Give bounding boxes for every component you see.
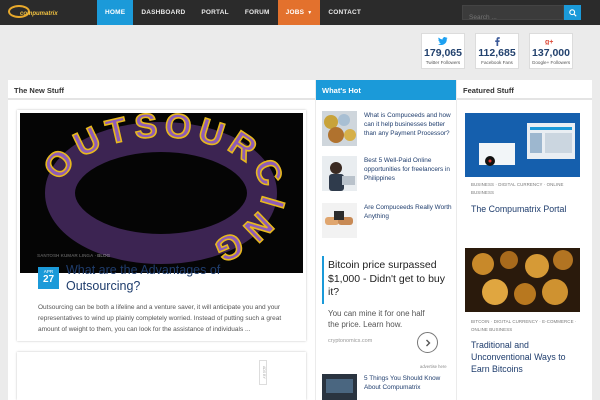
facebook-label: Facebook Fans bbox=[481, 60, 513, 65]
facebook-icon bbox=[495, 37, 500, 46]
ad-url[interactable]: cryptonomics.com bbox=[328, 338, 372, 344]
coins-thumbnail-icon bbox=[322, 111, 357, 146]
ad-body: You can mine it for one half the price. … bbox=[328, 309, 425, 329]
main-nav: HOME DASHBOARD PORTAL FORUM JOBS ▼ CONTA… bbox=[97, 0, 369, 25]
nav-item-forum[interactable]: FORUM bbox=[237, 0, 278, 25]
search-icon bbox=[568, 8, 577, 17]
twitter-icon bbox=[438, 37, 448, 45]
chevron-down-icon: ▼ bbox=[307, 9, 313, 16]
post-author[interactable]: SANTOSH KUMAR LINGA bbox=[37, 253, 93, 258]
nav-item-home[interactable]: HOME bbox=[97, 0, 134, 25]
ad-accent-bar bbox=[322, 256, 324, 304]
compumatrix-thumbnail-icon bbox=[322, 374, 357, 400]
top-navbar: compumatrix HOME DASHBOARD PORTAL FORUM … bbox=[0, 0, 600, 25]
featured-image[interactable] bbox=[465, 248, 580, 312]
featured-categories[interactable]: BITCOIN · DIGITAL CURRENCY · E-COMMERCE … bbox=[471, 318, 577, 334]
freelancer-thumbnail-icon bbox=[322, 156, 357, 191]
featured-title[interactable]: Traditional and Unconventional Ways to E… bbox=[471, 339, 579, 375]
date-month: APR bbox=[43, 269, 54, 274]
handshake-thumbnail-icon bbox=[322, 203, 357, 238]
hot-thumb[interactable] bbox=[322, 156, 357, 191]
post-excerpt: Outsourcing can be both a lifeline and a… bbox=[38, 304, 282, 333]
logo-text: compumatrix bbox=[20, 11, 58, 17]
ad-box[interactable]: Bitcoin price surpassed $1,000 - Didn't … bbox=[322, 251, 446, 361]
nav-item-jobs[interactable]: JOBS ▼ bbox=[277, 0, 321, 25]
new-stuff-heading: The New Stuff bbox=[8, 80, 315, 100]
portal-screenshot-image bbox=[465, 113, 580, 177]
hot-thumb[interactable] bbox=[322, 374, 357, 400]
date-badge: APR 27 bbox=[38, 267, 59, 289]
nav-item-portal[interactable]: PORTAL bbox=[193, 0, 236, 25]
hot-item[interactable]: Best 5 Well-Paid Online opportunities fo… bbox=[322, 156, 452, 192]
google-plus-count: 137,000 bbox=[532, 47, 570, 59]
outsourcing-graphic: OUTSOURCING bbox=[35, 113, 287, 272]
svg-text:g+: g+ bbox=[545, 39, 553, 45]
nav-item-jobs-label: JOBS bbox=[285, 9, 305, 16]
hot-title[interactable]: What is Compuceeds and how can it help b… bbox=[364, 111, 452, 138]
hot-title[interactable]: 5 Things You Should Know About Compumatr… bbox=[364, 374, 452, 392]
google-plus-icon: g+ bbox=[545, 39, 553, 45]
hot-item[interactable]: What is Compuceeds and how can it help b… bbox=[322, 111, 452, 147]
search-button[interactable] bbox=[564, 5, 581, 20]
post-category[interactable]: BLOG bbox=[97, 253, 110, 258]
nav-item-contact[interactable]: CONTACT bbox=[320, 0, 369, 25]
hot-item[interactable]: Are Compuceeds Really Worth Anything bbox=[322, 203, 452, 239]
advertise-here-link[interactable]: advertise here bbox=[420, 364, 447, 369]
site-logo[interactable]: compumatrix bbox=[8, 4, 68, 20]
post-meta: SANTOSH KUMAR LINGA · BLOG bbox=[37, 253, 111, 258]
whats-hot-heading: What's Hot bbox=[316, 80, 456, 100]
hot-thumb[interactable] bbox=[322, 203, 357, 238]
ad-choices-badge[interactable]: ADS BY bbox=[259, 360, 267, 385]
post-title[interactable]: What are the Advantages of Outsourcing? bbox=[66, 262, 296, 294]
facebook-counter[interactable]: 112,685 Facebook Fans bbox=[475, 33, 519, 69]
twitter-counter[interactable]: 179,065 Twitter Followers bbox=[421, 33, 465, 69]
twitter-label: Twitter Followers bbox=[425, 60, 461, 65]
bitcoins-image bbox=[465, 248, 580, 312]
facebook-count: 112,685 bbox=[478, 47, 516, 59]
chevron-right-icon bbox=[425, 339, 430, 346]
post-image[interactable]: OUTSOURCING bbox=[20, 113, 303, 273]
featured-image[interactable] bbox=[465, 113, 580, 177]
search-box bbox=[462, 5, 564, 24]
search-input[interactable] bbox=[463, 11, 563, 24]
hot-item[interactable]: 5 Things You Should Know About Compumatr… bbox=[322, 374, 452, 400]
featured-title[interactable]: The Compumatrix Portal bbox=[471, 203, 579, 215]
google-plus-label: Google+ Followers bbox=[531, 60, 571, 65]
ad-title[interactable]: Bitcoin price surpassed $1,000 - Didn't … bbox=[328, 259, 446, 300]
featured-stuff-heading: Featured Stuff bbox=[457, 80, 592, 100]
hot-title[interactable]: Are Compuceeds Really Worth Anything bbox=[364, 203, 452, 221]
ad-arrow-button[interactable] bbox=[417, 332, 438, 353]
date-day: 27 bbox=[42, 274, 55, 285]
hot-title[interactable]: Best 5 Well-Paid Online opportunities fo… bbox=[364, 156, 452, 183]
twitter-count: 179,065 bbox=[424, 47, 462, 59]
google-plus-counter[interactable]: g+ 137,000 Google+ Followers bbox=[529, 33, 573, 69]
nav-item-dashboard[interactable]: DASHBOARD bbox=[133, 0, 193, 25]
hot-thumb[interactable] bbox=[322, 111, 357, 146]
featured-categories[interactable]: BUSINESS · DIGITAL CURRENCY · ONLINE BUS… bbox=[471, 181, 577, 197]
